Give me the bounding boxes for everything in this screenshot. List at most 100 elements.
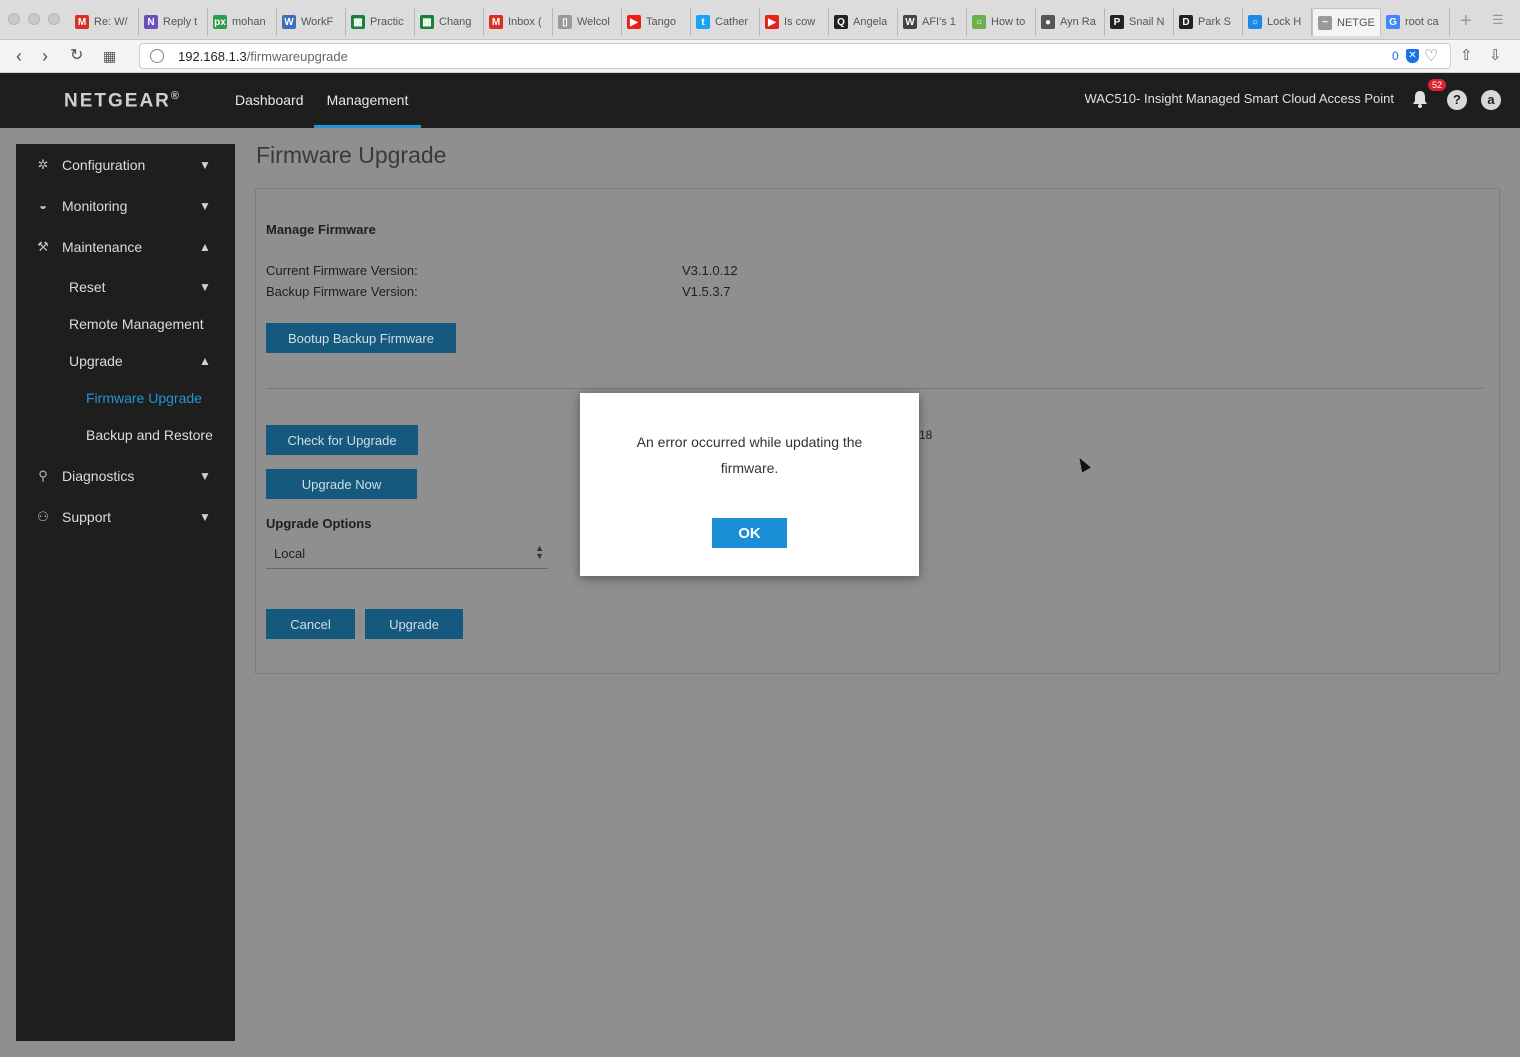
check-upgrade-button[interactable]: Check for Upgrade bbox=[266, 425, 418, 455]
zoom-window-button[interactable] bbox=[48, 13, 60, 25]
browser-tab-label: Inbox ( bbox=[508, 16, 542, 28]
browser-tab-label: Re: W/ bbox=[94, 16, 128, 28]
browser-tab-label: AFI's 1 bbox=[922, 16, 956, 28]
select-value: Local bbox=[274, 546, 306, 561]
google-icon: G bbox=[1386, 15, 1400, 29]
wikipedia-icon: W bbox=[903, 15, 917, 29]
divider bbox=[266, 388, 1484, 389]
sidebar-item-backup-restore[interactable]: Backup and Restore bbox=[16, 418, 235, 452]
browser-tab[interactable]: ▶ Is cow bbox=[760, 8, 829, 36]
netgear-logo[interactable]: NETGEAR® bbox=[64, 90, 179, 112]
download-icon[interactable]: ⇩ bbox=[1489, 45, 1502, 67]
chevron-down-icon: ▼ bbox=[199, 469, 211, 483]
browser-tab-label: Lock H bbox=[1267, 16, 1302, 28]
error-message: An error occurred while updating the fir… bbox=[636, 434, 863, 476]
browser-tab-label: Tango bbox=[646, 16, 676, 28]
browser-tab[interactable]: P Snail N bbox=[1105, 8, 1174, 36]
browser-tab[interactable]: ~ NETGE bbox=[1312, 8, 1381, 36]
youtube-icon: ▶ bbox=[765, 15, 779, 29]
upgrade-now-button[interactable]: Upgrade Now bbox=[266, 469, 417, 499]
upgrade-button[interactable]: Upgrade bbox=[365, 609, 463, 639]
url-text[interactable]: 192.168.1.3/firmwareupgrade bbox=[178, 49, 348, 64]
sidebar-item-support[interactable]: ⚇ Support ▼ bbox=[16, 500, 235, 534]
sidebar-item-monitoring[interactable]: ◒ Monitoring ▼ bbox=[16, 189, 235, 223]
forward-icon[interactable]: › bbox=[42, 45, 48, 67]
sidebar-label: Monitoring bbox=[62, 198, 128, 214]
obscured-text: 18 bbox=[919, 428, 933, 442]
logo-mark: ® bbox=[170, 90, 180, 102]
sidebar-item-remote-management[interactable]: Remote Management bbox=[16, 307, 235, 341]
bulb-icon: ○ bbox=[972, 15, 986, 29]
browser-tab[interactable]: N Reply t bbox=[139, 8, 208, 36]
close-window-button[interactable] bbox=[8, 13, 20, 25]
sidebar-item-configuration[interactable]: ✲ Configuration ▼ bbox=[16, 148, 235, 182]
browser-tab-label: Chang bbox=[439, 16, 472, 28]
chevron-down-icon: ▼ bbox=[199, 510, 211, 524]
browser-tab[interactable]: D Park S bbox=[1174, 8, 1243, 36]
sidebar: ✲ Configuration ▼ ◒ Monitoring ▼ ⚒ Maint… bbox=[16, 144, 235, 1041]
new-tab-button[interactable]: + bbox=[1460, 10, 1472, 33]
browser-tab[interactable]: M Re: W/ bbox=[70, 8, 139, 36]
nav-management[interactable]: Management bbox=[314, 73, 421, 128]
back-icon[interactable]: ‹ bbox=[16, 45, 22, 67]
browser-tab-bar: M Re: W/N Reply t px mohan W WorkF ▦ Practic ▦ Cha… bbox=[0, 0, 1520, 40]
browser-tab-label: Practic bbox=[370, 16, 404, 28]
browser-tab[interactable]: ▦ Chang bbox=[415, 8, 484, 36]
bell-icon[interactable] bbox=[1410, 89, 1430, 109]
sidebar-item-upgrade[interactable]: Upgrade ▲ bbox=[16, 344, 235, 378]
share-icon[interactable]: ⇧ bbox=[1460, 45, 1473, 67]
browser-tab[interactable]: M Inbox ( bbox=[484, 8, 553, 36]
sheets-icon: ▦ bbox=[351, 15, 365, 29]
browser-tab-label: Angela bbox=[853, 16, 888, 28]
workflow-icon: W bbox=[282, 15, 296, 29]
sidebar-label: Diagnostics bbox=[62, 468, 135, 484]
chevron-down-icon: ▼ bbox=[199, 280, 211, 294]
sidebar-item-reset[interactable]: Reset ▼ bbox=[16, 270, 235, 304]
speed-dial-icon[interactable]: ▦ bbox=[103, 45, 116, 67]
browser-tab[interactable]: t Cather bbox=[691, 8, 760, 36]
cancel-button[interactable]: Cancel bbox=[266, 609, 355, 639]
browser-tab[interactable]: ○ Lock H bbox=[1243, 8, 1312, 36]
shield-icon[interactable]: ✕ bbox=[1406, 49, 1419, 63]
browser-tab[interactable]: ▦ Practic bbox=[346, 8, 415, 36]
browser-tab[interactable]: ● Ayn Ra bbox=[1036, 8, 1105, 36]
reload-icon[interactable]: ↻ bbox=[70, 45, 83, 67]
sheets-icon: ▦ bbox=[420, 15, 434, 29]
current-firmware-value: V3.1.0.12 bbox=[682, 263, 738, 278]
sidebar-item-maintenance[interactable]: ⚒ Maintenance ▲ bbox=[16, 230, 235, 264]
browser-tab[interactable]: ▯ Welcol bbox=[553, 8, 622, 36]
nav-dashboard[interactable]: Dashboard bbox=[235, 73, 304, 128]
backup-firmware-label: Backup Firmware Version: bbox=[266, 284, 418, 299]
sidebar-label: Remote Management bbox=[69, 316, 204, 332]
dashboard-gauge-icon: ◒ bbox=[39, 198, 47, 213]
heart-icon[interactable]: ♡ bbox=[1424, 46, 1438, 66]
sidebar-item-firmware-upgrade[interactable]: Firmware Upgrade bbox=[16, 381, 235, 415]
quora-icon: Q bbox=[834, 15, 848, 29]
browser-tab[interactable]: px mohan bbox=[208, 8, 277, 36]
upgrade-options-select[interactable]: Local ▲ ▼ bbox=[266, 541, 548, 569]
browser-tab-label: WorkF bbox=[301, 16, 334, 28]
minimize-window-button[interactable] bbox=[28, 13, 40, 25]
upgrade-options-label: Upgrade Options bbox=[266, 516, 372, 531]
browser-tab-label: Reply t bbox=[163, 16, 198, 28]
browser-tab[interactable]: ○ How to bbox=[967, 8, 1036, 36]
tab-list-icon[interactable]: ☰ bbox=[1492, 12, 1504, 28]
browser-tab[interactable]: ▶ Tango bbox=[622, 8, 691, 36]
browser-tab-label: Park S bbox=[1198, 16, 1232, 28]
user-avatar[interactable]: a bbox=[1481, 90, 1501, 110]
browser-tab[interactable]: W AFI's 1 bbox=[898, 8, 967, 36]
search-icon: ⚲ bbox=[38, 468, 48, 483]
sidebar-label: Backup and Restore bbox=[86, 427, 213, 443]
help-icon[interactable]: ? bbox=[1447, 90, 1467, 110]
avatar-icon: ● bbox=[1041, 15, 1055, 29]
bootup-backup-button[interactable]: Bootup Backup Firmware bbox=[266, 323, 456, 353]
browser-tab-label: Cather bbox=[715, 16, 749, 28]
sidebar-item-diagnostics[interactable]: ⚲ Diagnostics ▼ bbox=[16, 459, 235, 493]
address-bar[interactable]: 192.168.1.3/firmwareupgrade 0 ✕ ♡ bbox=[139, 43, 1451, 69]
browser-tab[interactable]: W WorkF bbox=[277, 8, 346, 36]
app-icon: N bbox=[144, 15, 158, 29]
globe-icon bbox=[150, 49, 164, 63]
browser-tab[interactable]: Groot ca bbox=[1381, 8, 1450, 36]
ok-button[interactable]: OK bbox=[712, 518, 787, 548]
browser-tab[interactable]: Q Angela bbox=[829, 8, 898, 36]
